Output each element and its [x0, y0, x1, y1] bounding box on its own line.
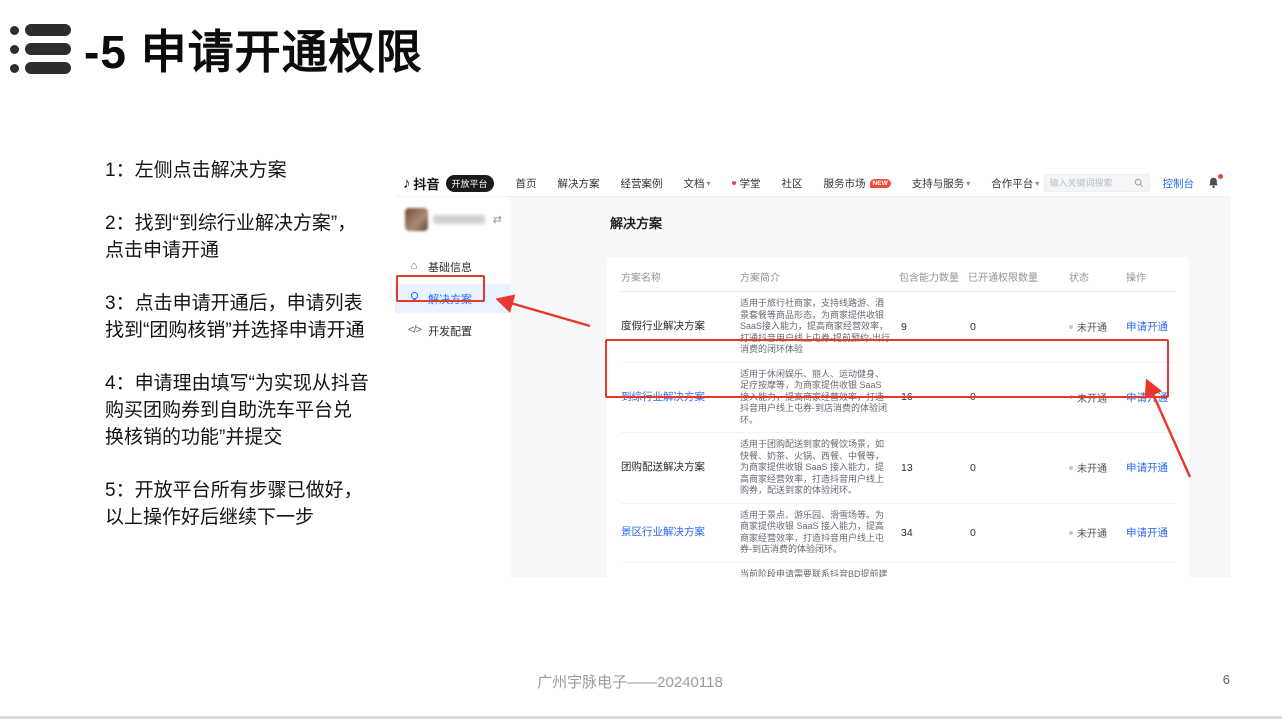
navbar-right: 控制台	[1044, 174, 1222, 192]
solution-name: 度假行业解决方案	[621, 320, 733, 333]
apply-open-link[interactable]: 申请开通	[1126, 525, 1170, 540]
apply-open-link[interactable]: 申请开通	[1126, 319, 1170, 334]
nav-docs[interactable]: 文档▾	[684, 176, 711, 191]
search-input[interactable]	[1050, 178, 1134, 188]
red-dot-icon	[732, 181, 736, 185]
table-header-row: 方案名称 方案简介 包含能力数量 已开通权限数量 状态 操作	[621, 261, 1175, 292]
status-dot-icon	[1069, 466, 1073, 470]
table-row: 酒店行业新预售券解决方案 当前阶段申请需要联系抖音BD提前建联，适用于酒店、民宿…	[621, 563, 1175, 578]
chevron-down-icon: ▾	[707, 179, 711, 188]
footer-text: 广州宇脉电子——20240118	[0, 671, 1260, 692]
table-row: 景区行业解决方案 适用于景点、游乐园、滑雪场等。为商家提供收银 SaaS 接入能…	[621, 504, 1175, 563]
solution-desc: 当前阶段申请需要联系抖音BD提前建联，适用于酒店、民宿等酒店行业客户，基于日历房…	[740, 569, 892, 578]
douyin-logo-text: 抖音	[414, 174, 440, 193]
chevron-down-icon: ▾	[966, 179, 970, 188]
solution-name[interactable]: 景区行业解决方案	[621, 526, 733, 539]
search-icon	[1134, 178, 1144, 188]
step-1: 1：左侧点击解决方案	[105, 157, 369, 184]
search-box[interactable]	[1044, 174, 1150, 192]
notification-dot	[1218, 174, 1223, 179]
solution-desc: 适用于景点、游乐园、滑雪场等。为商家提供收银 SaaS 接入能力，提高商家经营效…	[740, 510, 892, 556]
apply-open-link[interactable]: 申请开通	[1126, 390, 1170, 405]
douyin-note-icon: ♪	[403, 176, 411, 191]
status-dot-icon	[1069, 325, 1073, 329]
opened-count: 0	[968, 321, 1062, 333]
opened-count: 0	[968, 462, 1062, 474]
ability-count: 13	[899, 462, 961, 474]
step-2: 2：找到“到综行业解决方案”，点击申请开通	[105, 210, 369, 264]
step-4: 4：申请理由填写“为实现从抖音购买团购券到自助洗车平台兑换核销的功能”并提交	[105, 370, 369, 451]
open-platform-badge: 开放平台	[446, 175, 494, 192]
home-icon: ⌂	[408, 261, 420, 272]
ability-count: 9	[899, 321, 961, 333]
status-badge: 未开通	[1069, 390, 1119, 405]
status-badge: 未开通	[1069, 460, 1119, 475]
douyin-logo[interactable]: ♪ 抖音 开放平台	[403, 174, 494, 193]
sidebar: ⇄ ⌂ 基础信息 解决方案 </> 开发配置	[395, 197, 510, 577]
status-badge: 未开通	[1069, 525, 1119, 540]
solution-desc: 适用于团购配送到家的餐饮场景，如快餐、奶茶、火锅、西餐、中餐等，为商家提供收银 …	[740, 439, 892, 497]
notification-bell-icon[interactable]	[1207, 176, 1221, 190]
nav-community[interactable]: 社区	[782, 176, 803, 191]
apply-open-link[interactable]: 申请开通	[1126, 460, 1170, 475]
ability-count: 16	[899, 391, 961, 403]
nav-solutions[interactable]: 解决方案	[558, 176, 600, 191]
main-content: 解决方案 方案名称 方案简介 包含能力数量 已开通权限数量 状态 操作 度假行业…	[510, 197, 1231, 577]
table-row-highlighted: 到综行业解决方案 适用于休闲娱乐、丽人、运动健身、足疗按摩等，为商家提供收银 S…	[621, 363, 1175, 434]
sidebar-menu: ⌂ 基础信息 解决方案 </> 开发配置	[395, 252, 510, 345]
nav-support[interactable]: 支持与服务▾	[912, 176, 971, 191]
table-row: 团购配送解决方案 适用于团购配送到家的餐饮场景，如快餐、奶茶、火锅、西餐、中餐等…	[621, 433, 1175, 504]
avatar	[405, 208, 428, 231]
nav-menu: 首页 解决方案 经营案例 文档▾ 学堂 社区 服务市场NEW 支持与服务▾ 合作…	[516, 176, 1040, 191]
top-navbar: ♪ 抖音 开放平台 首页 解决方案 经营案例 文档▾ 学堂 社区 服务市场NEW…	[395, 170, 1231, 197]
status-dot-icon	[1069, 531, 1073, 535]
step-3: 3：点击申请开通后，申请列表找到“团购核销”并选择申请开通	[105, 290, 369, 344]
page-title: -5 申请开通权限	[84, 16, 423, 82]
nav-academy[interactable]: 学堂	[732, 176, 761, 191]
nav-cases[interactable]: 经营案例	[621, 176, 663, 191]
content-title: 解决方案	[610, 213, 1231, 232]
account-name-redacted	[433, 215, 485, 224]
douyin-open-platform-screenshot: ♪ 抖音 开放平台 首页 解决方案 经营案例 文档▾ 学堂 社区 服务市场NEW…	[395, 170, 1231, 577]
bulb-icon	[408, 291, 420, 306]
status-dot-icon	[1069, 395, 1073, 399]
solution-name: 团购配送解决方案	[621, 461, 733, 474]
solution-name[interactable]: 到综行业解决方案	[621, 391, 733, 404]
opened-count: 0	[968, 391, 1062, 403]
new-badge: NEW	[870, 179, 891, 188]
slide: -5 申请开通权限 1：左侧点击解决方案 2：找到“到综行业解决方案”，点击申请…	[0, 0, 1282, 719]
code-icon: </>	[408, 325, 420, 336]
list-bullet-icon	[10, 24, 76, 74]
nav-partner[interactable]: 合作平台▾	[991, 176, 1039, 191]
chevron-down-icon: ▾	[1035, 179, 1039, 188]
switch-account-icon[interactable]: ⇄	[493, 213, 502, 226]
console-link[interactable]: 控制台	[1163, 176, 1195, 191]
nav-service-market[interactable]: 服务市场NEW	[824, 176, 891, 191]
table-row: 度假行业解决方案 适用于旅行社商家，支持线路游、酒景套餐等商品形态，为商家提供收…	[621, 292, 1175, 363]
solution-desc: 适用于旅行社商家，支持线路游、酒景套餐等商品形态，为商家提供收银SaaS接入能力…	[740, 298, 892, 356]
status-badge: 未开通	[1069, 319, 1119, 334]
sidebar-item-dev-config[interactable]: </> 开发配置	[395, 316, 510, 345]
opened-count: 0	[968, 527, 1062, 539]
instruction-steps: 1：左侧点击解决方案 2：找到“到综行业解决方案”，点击申请开通 3：点击申请开…	[105, 157, 369, 531]
solution-desc: 适用于休闲娱乐、丽人、运动健身、足疗按摩等，为商家提供收银 SaaS 接入能力，…	[740, 369, 892, 427]
step-5: 5：开放平台所有步骤已做好，以上操作好后继续下一步	[105, 477, 369, 531]
sidebar-item-basic-info[interactable]: ⌂ 基础信息	[395, 252, 510, 281]
page-number: 6	[1223, 672, 1230, 687]
account-row[interactable]: ⇄	[395, 204, 510, 234]
ability-count: 34	[899, 527, 961, 539]
sidebar-item-solutions[interactable]: 解决方案	[395, 284, 510, 313]
solutions-table-card: 方案名称 方案简介 包含能力数量 已开通权限数量 状态 操作 度假行业解决方案 …	[607, 257, 1189, 577]
nav-home[interactable]: 首页	[516, 176, 537, 191]
